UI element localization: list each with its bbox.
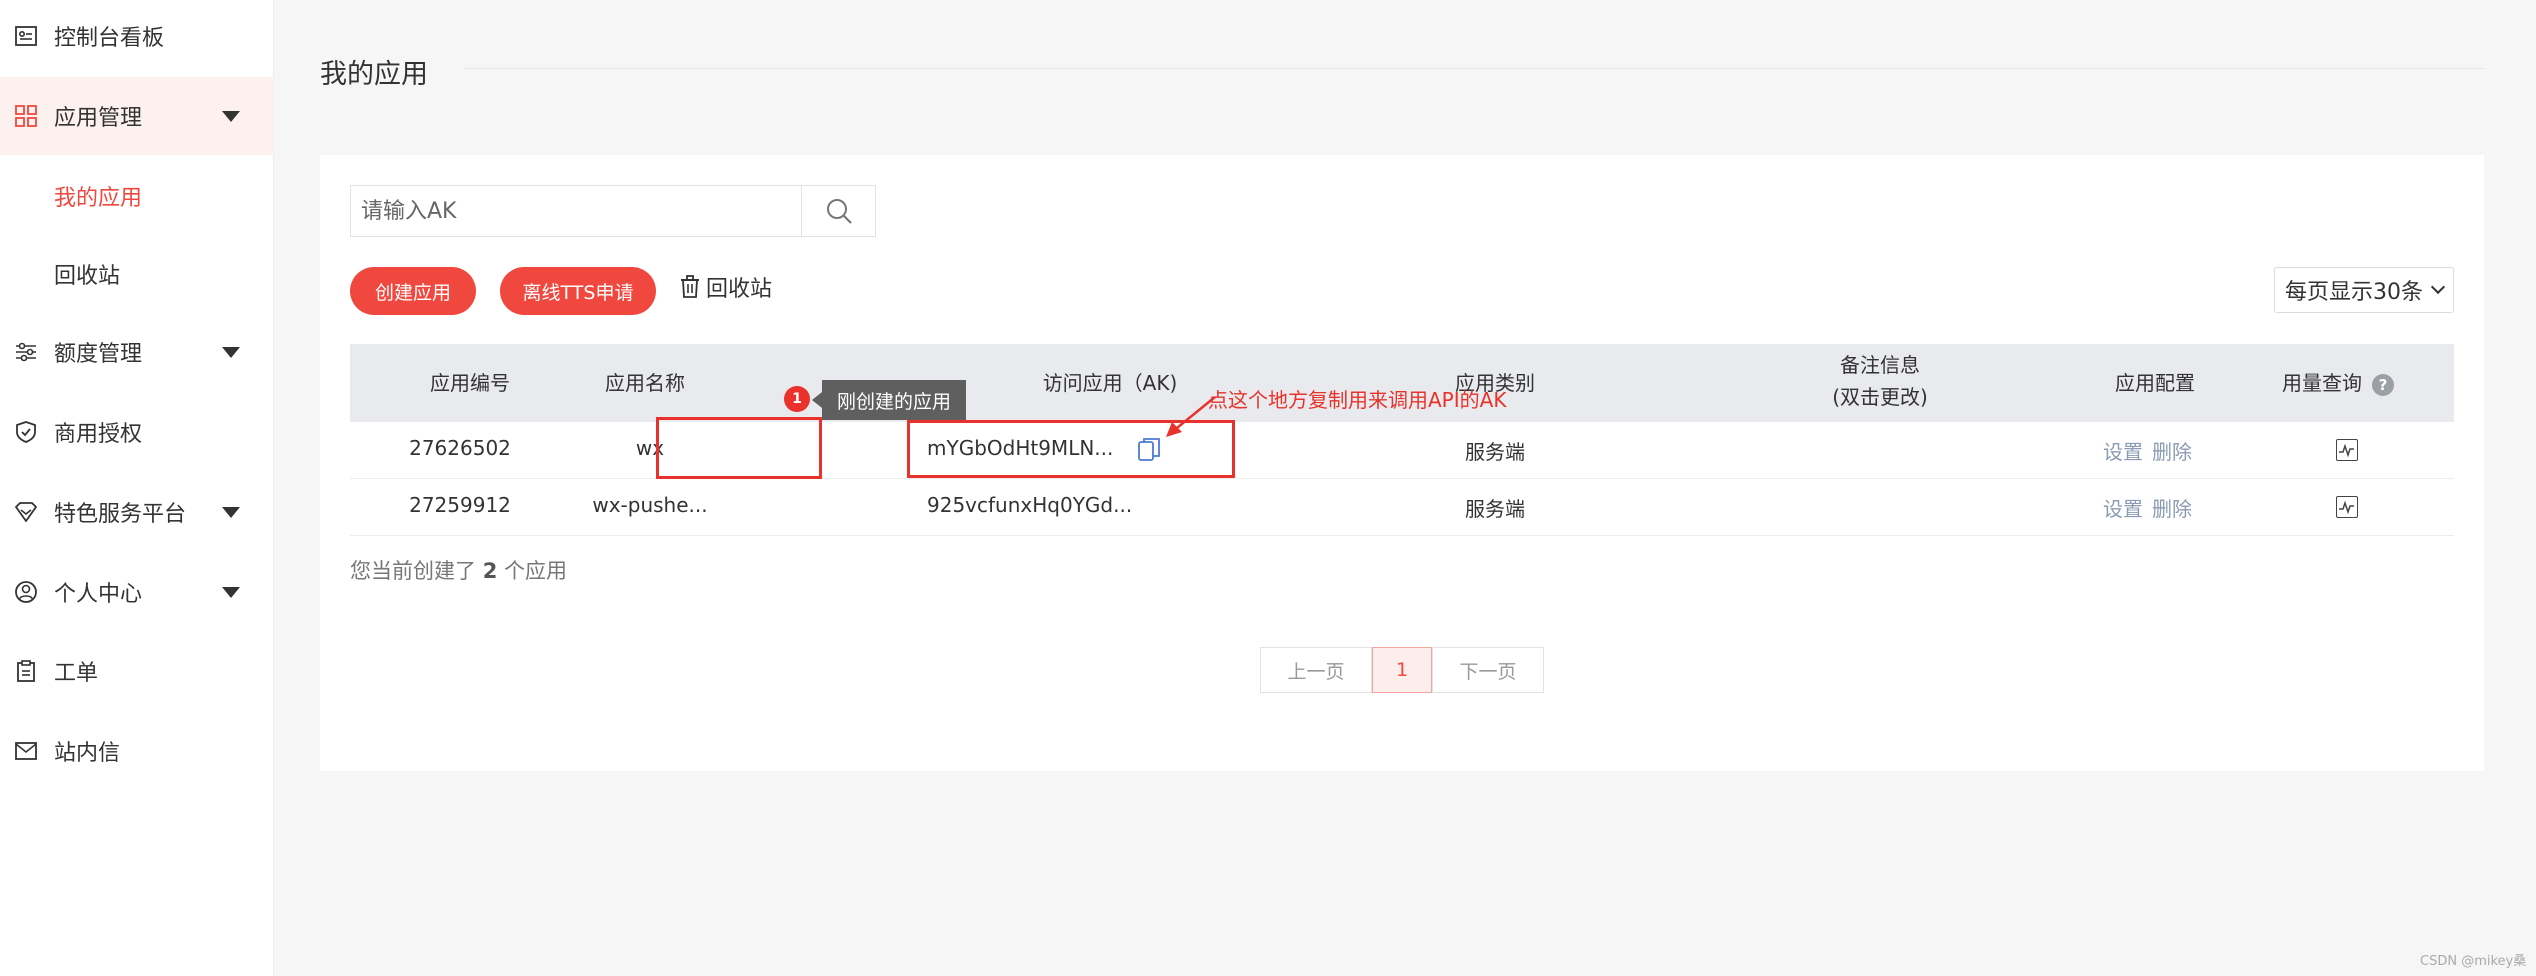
app-type: 服务端 (1465, 497, 1525, 521)
annotation-note: 点这个地方复制用来调用API的AK (1208, 388, 1507, 412)
sidebar-subitem-recycle[interactable]: 回收站 (54, 258, 120, 290)
dashboard-icon (14, 24, 38, 48)
page-size-value: 每页显示30条 (2285, 280, 2423, 305)
page-size-select[interactable]: 每页显示30条 (2274, 267, 2454, 313)
app-count-text: 您当前创建了 2 个应用 (350, 555, 567, 585)
sidebar-item-label: 应用管理 (54, 106, 143, 131)
page-title: 我的应用 (320, 59, 428, 90)
app-count-number: 2 (482, 559, 498, 583)
grid-icon (14, 104, 38, 128)
help-icon[interactable]: ? (2372, 373, 2394, 396)
trash-icon (681, 275, 699, 298)
annotation-badge: 1 (784, 386, 810, 412)
tag-icon (14, 500, 38, 524)
search-button[interactable] (801, 186, 875, 236)
usage-chart-icon[interactable] (2336, 439, 2358, 461)
delete-link[interactable]: 删除 (2152, 436, 2192, 465)
sidebar-subitem-my-apps[interactable]: 我的应用 (54, 180, 142, 212)
column-header-name: 应用名称 (605, 371, 685, 395)
offline-tts-button[interactable]: 离线TTS申请 (500, 267, 656, 315)
app-type: 服务端 (1465, 440, 1525, 464)
recycle-bin-label: 回收站 (706, 277, 773, 302)
chevron-down-icon (222, 586, 240, 598)
sidebar-item-label: 商用授权 (54, 422, 143, 447)
sidebar-item-ticket[interactable]: 工单 (0, 632, 274, 710)
column-header-id: 应用编号 (430, 371, 510, 395)
search-input[interactable] (351, 186, 801, 236)
sidebar-item-label: 个人中心 (54, 582, 143, 607)
next-page-button[interactable]: 下一页 (1432, 647, 1544, 693)
sidebar-item-label: 站内信 (54, 741, 121, 766)
sidebar-item-app-management[interactable]: 应用管理 (0, 77, 274, 155)
app-ak: 925vcfunxHq0YGd... (927, 493, 1133, 517)
annotation-box-name (656, 417, 822, 479)
shield-icon (14, 420, 38, 444)
usage-chart-icon[interactable] (2336, 496, 2358, 518)
app-count-suffix: 个应用 (504, 559, 567, 583)
recycle-bin-link[interactable]: 回收站 (680, 271, 772, 303)
chevron-down-icon (222, 110, 240, 122)
sidebar-item-dashboard[interactable]: 控制台看板 (0, 0, 274, 75)
sidebar-item-personal-center[interactable]: 个人中心 (0, 553, 274, 631)
annotation-tooltip: 刚创建的应用 (812, 380, 966, 420)
app-id: 27259912 (409, 493, 511, 517)
create-app-button[interactable]: 创建应用 (350, 267, 476, 315)
sidebar-item-label: 额度管理 (54, 342, 143, 367)
sidebar-item-special-services[interactable]: 特色服务平台 (0, 473, 274, 551)
column-header-usage-label: 用量查询 (2282, 371, 2362, 395)
delete-link[interactable]: 删除 (2152, 493, 2192, 522)
sidebar-item-label: 特色服务平台 (54, 502, 187, 527)
app-count-prefix: 您当前创建了 (350, 559, 476, 583)
sidebar-item-commercial-license[interactable]: 商用授权 (0, 393, 274, 471)
search-box (350, 185, 876, 237)
column-header-config: 应用配置 (2115, 371, 2195, 395)
chevron-down-icon (222, 506, 240, 518)
page-button-current[interactable]: 1 (1372, 647, 1432, 693)
sliders-icon (14, 340, 38, 364)
sidebar-item-label: 工单 (54, 661, 99, 686)
clipboard-icon (14, 659, 38, 683)
mail-icon (14, 739, 38, 763)
settings-link[interactable]: 设置 (2103, 436, 2143, 465)
sidebar-item-messages[interactable]: 站内信 (0, 712, 274, 790)
search-icon (826, 199, 852, 224)
app-name: wx-pushe... (592, 493, 708, 517)
column-header-remark-hint: (双击更改) (1832, 385, 1928, 409)
column-header-remark: 备注信息 (1840, 353, 1920, 377)
annotation-arrow-icon (1166, 396, 1216, 437)
user-icon (14, 580, 38, 604)
prev-page-button[interactable]: 上一页 (1260, 647, 1372, 693)
chevron-down-icon (222, 346, 240, 358)
column-header-usage: 用量查询? (2282, 368, 2432, 398)
sidebar-item-quota[interactable]: 额度管理 (0, 313, 274, 391)
sidebar: 控制台看板 应用管理 我的应用 回收站 额度管理 商用授权 特色服务平台 个人中 (0, 0, 274, 976)
title-divider (464, 68, 2484, 69)
settings-link[interactable]: 设置 (2103, 493, 2143, 522)
chevron-down-icon (2430, 279, 2446, 295)
sidebar-item-label: 控制台看板 (54, 26, 165, 51)
table-row: 27259912 wx-pushe... 925vcfunxHq0YGd... … (350, 479, 2454, 536)
watermark: CSDN @mikey桑 (2420, 954, 2527, 969)
app-id: 27626502 (409, 436, 511, 460)
